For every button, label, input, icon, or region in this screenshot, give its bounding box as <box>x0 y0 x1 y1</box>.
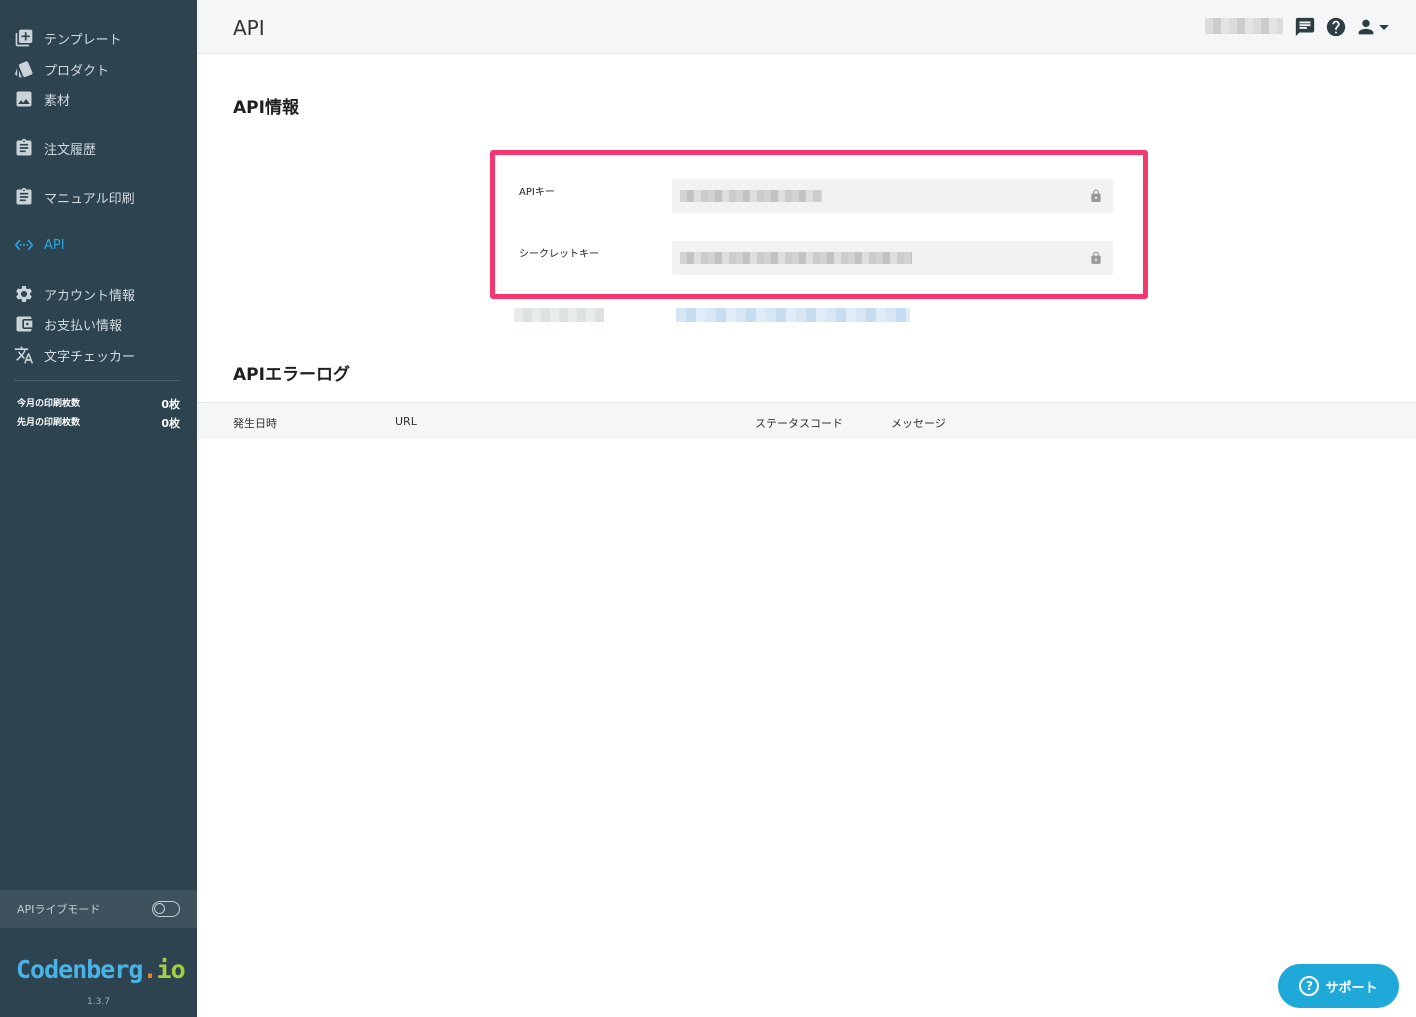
support-label: サポート <box>1325 980 1378 996</box>
sidebar-item-order-history[interactable]: 注文履歴 <box>14 136 96 160</box>
column-header: ステータスコード <box>755 417 843 430</box>
toggle-knob <box>154 903 165 914</box>
user-name-redacted <box>1205 18 1283 34</box>
clipboard-icon <box>14 187 34 207</box>
gear-icon <box>14 284 34 304</box>
chevron-down-icon[interactable] <box>1377 16 1391 38</box>
error-log-title: APIエラーログ <box>233 365 350 385</box>
sidebar-item-materials[interactable]: 素材 <box>14 87 70 111</box>
api-key-label: APIキー <box>519 187 555 198</box>
sidebar-item-label: プロダクト <box>44 63 110 79</box>
add-box-icon <box>14 28 34 48</box>
api-key-value-redacted <box>680 190 822 202</box>
secret-key-label: シークレットキー <box>519 249 599 260</box>
lock-icon <box>1089 250 1103 266</box>
codenberg-logo: Codenberg.io <box>16 955 186 984</box>
question-circle-icon: ? <box>1299 976 1320 996</box>
logo-main-text: Codenberg <box>16 955 143 984</box>
api-live-mode-bar: APIライブモード <box>0 890 197 928</box>
wallet-icon <box>14 314 34 334</box>
logo-dot: . <box>142 955 157 984</box>
code-icon <box>14 235 34 255</box>
count-label: 先月の印刷枚数 <box>17 418 81 428</box>
translate-icon <box>14 345 34 365</box>
chat-icon[interactable] <box>1294 16 1316 38</box>
user-icon[interactable] <box>1355 16 1377 38</box>
api-live-mode-label: APIライブモード <box>17 903 101 916</box>
sidebar-item-payment[interactable]: お支払い情報 <box>14 312 122 336</box>
sidebar-item-char-checker[interactable]: 文字チェッカー <box>14 343 135 367</box>
app-version: 1.3.7 <box>87 997 110 1007</box>
count-label: 今月の印刷枚数 <box>17 399 81 409</box>
print-count-last-month: 先月の印刷枚数 0枚 <box>17 415 180 431</box>
sidebar-item-products[interactable]: プロダクト <box>14 57 109 81</box>
sidebar-item-label: お支払い情報 <box>44 318 123 334</box>
redacted-label <box>514 308 604 322</box>
redacted-link[interactable] <box>676 308 910 322</box>
lock-icon <box>1089 188 1103 204</box>
image-icon <box>14 89 34 109</box>
sidebar-item-label: API <box>44 237 65 253</box>
sidebar-item-label: テンプレート <box>44 32 122 48</box>
sidebar: テンプレート プロダクト 素材 注文履歴 マニュアル印刷 API アカウント情報… <box>0 0 197 1017</box>
column-header: メッセージ <box>891 417 946 430</box>
sidebar-item-label: 文字チェッカー <box>44 349 136 365</box>
sidebar-item-label: 注文履歴 <box>44 142 97 158</box>
cards-icon <box>14 59 34 79</box>
api-key-field[interactable] <box>672 179 1113 213</box>
highlight-box <box>490 150 1148 299</box>
sidebar-item-api[interactable]: API <box>14 233 65 257</box>
logo-io-text: io <box>156 955 186 984</box>
secret-key-value-redacted <box>680 252 912 264</box>
sidebar-item-label: アカウント情報 <box>44 288 136 304</box>
error-log-table-header: 発生日時 URL ステータスコード メッセージ <box>197 402 1416 439</box>
column-header: 発生日時 <box>233 417 277 430</box>
header: API <box>197 0 1416 54</box>
sidebar-divider <box>14 380 180 381</box>
secret-key-field[interactable] <box>672 241 1113 275</box>
support-button[interactable]: ? サポート <box>1278 964 1399 1008</box>
sidebar-item-label: マニュアル印刷 <box>44 191 135 207</box>
clipboard-icon <box>14 138 34 158</box>
help-icon[interactable] <box>1325 16 1347 38</box>
page-title: API <box>233 16 265 40</box>
api-live-mode-toggle[interactable] <box>152 901 180 917</box>
sidebar-item-manual-print[interactable]: マニュアル印刷 <box>14 185 135 209</box>
sidebar-item-templates[interactable]: テンプレート <box>14 26 122 50</box>
print-count-this-month: 今月の印刷枚数 0枚 <box>17 396 180 412</box>
api-info-title: API情報 <box>233 98 299 118</box>
sidebar-item-label: 素材 <box>44 93 71 109</box>
count-value: 0枚 <box>161 398 180 411</box>
count-value: 0枚 <box>161 417 180 430</box>
column-header: URL <box>395 415 417 428</box>
sidebar-item-account[interactable]: アカウント情報 <box>14 282 135 306</box>
